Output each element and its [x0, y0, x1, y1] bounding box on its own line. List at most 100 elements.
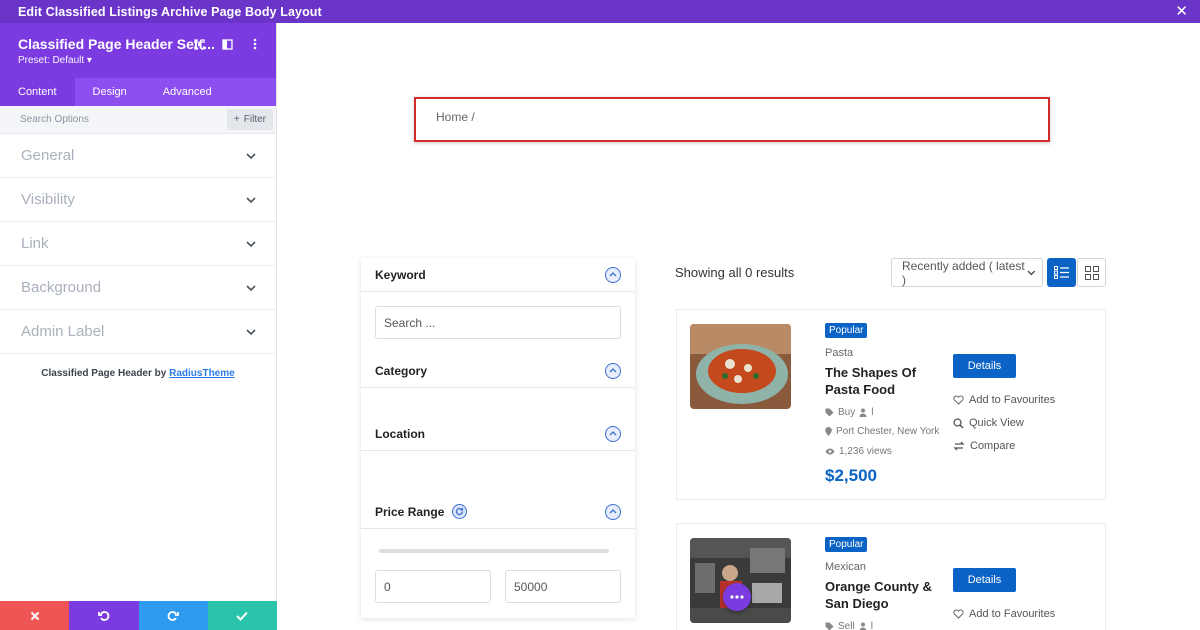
list-view-icon: [1054, 266, 1069, 279]
preset-selector[interactable]: Preset: Default ▾: [18, 55, 258, 66]
filter-keyword-label: Keyword: [375, 267, 426, 282]
chevron-down-icon: [246, 196, 256, 203]
listing-type: Buy: [838, 407, 856, 418]
filter-button-label: Filter: [243, 114, 266, 125]
sort-select-value: Recently added ( latest ): [902, 258, 1025, 287]
expand-icon[interactable]: [192, 37, 206, 51]
search-options-input[interactable]: [20, 114, 200, 125]
filter-price-label-wrap: Price Range: [375, 504, 468, 519]
sort-select[interactable]: Recently added ( latest ): [891, 258, 1043, 287]
filter-location-header[interactable]: Location: [361, 417, 635, 451]
details-button[interactable]: Details: [953, 354, 1016, 378]
builder-options-button[interactable]: [723, 583, 751, 611]
tab-design[interactable]: Design: [75, 78, 145, 106]
eye-icon: [825, 448, 835, 455]
add-to-favourites-label: Add to Favourites: [969, 608, 1056, 620]
filter-price-header[interactable]: Price Range: [361, 495, 635, 529]
section-label: General: [21, 147, 75, 164]
close-icon: [30, 611, 39, 620]
quick-view-label: Quick View: [969, 417, 1024, 429]
refresh-icon[interactable]: [452, 504, 468, 519]
compare-arrows-icon: [953, 441, 965, 451]
listing-title[interactable]: The Shapes Of Pasta Food: [825, 364, 945, 398]
plus-icon: +: [233, 114, 240, 125]
filter-price-label: Price Range: [375, 504, 445, 519]
filter-sidebar: Keyword Category Location Price Range: [361, 258, 635, 618]
listing-location: Port Chester, New York: [836, 426, 940, 437]
undo-button[interactable]: [69, 601, 139, 630]
options-search-row: + Filter: [0, 106, 276, 134]
zoom-icon: [953, 417, 964, 429]
breadcrumb[interactable]: Home /: [414, 97, 1050, 142]
compare-link[interactable]: Compare: [953, 440, 1015, 452]
filter-category-label: Category: [375, 363, 428, 378]
listing-type-row: Buy l: [825, 407, 873, 418]
preset-label: Preset: Default: [18, 55, 85, 66]
section-link[interactable]: Link: [0, 222, 276, 266]
listing-card: Popular Mexican Orange County & San Dieg…: [676, 523, 1106, 630]
section-label: Link: [21, 235, 49, 252]
max-price-input[interactable]: [505, 570, 621, 603]
grid-view-button[interactable]: [1077, 258, 1106, 287]
listing-views: 1,236 views: [839, 446, 892, 457]
price-range-slider[interactable]: [379, 549, 609, 553]
quick-view-link[interactable]: Quick View: [953, 417, 1024, 429]
redo-button[interactable]: [138, 601, 208, 630]
section-admin-label[interactable]: Admin Label: [0, 310, 276, 354]
popular-badge: Popular: [825, 537, 868, 552]
section-background[interactable]: Background: [0, 266, 276, 310]
section-label: Background: [21, 279, 102, 296]
tab-content[interactable]: Content: [0, 78, 75, 106]
filter-keyword-header[interactable]: Keyword: [361, 258, 635, 292]
map-pin-icon: [825, 427, 832, 436]
chevron-down-icon: [246, 240, 256, 247]
popular-badge: Popular: [825, 323, 868, 338]
listing-category[interactable]: Pasta: [825, 347, 853, 359]
min-price-input[interactable]: [375, 570, 491, 603]
listing-views-row: 1,236 views: [825, 446, 892, 457]
list-view-button[interactable]: [1047, 258, 1076, 287]
chevron-up-icon[interactable]: [605, 266, 621, 283]
discard-button[interactable]: [0, 601, 70, 630]
more-options-icon[interactable]: [248, 37, 262, 51]
listing-thumbnail[interactable]: [690, 324, 791, 409]
section-visibility[interactable]: Visibility: [0, 178, 276, 222]
listing-author[interactable]: l: [871, 621, 873, 630]
add-to-favourites-link[interactable]: Add to Favourites: [953, 608, 1055, 620]
keyword-search-input[interactable]: [375, 306, 621, 339]
section-general[interactable]: General: [0, 134, 276, 178]
listing-category[interactable]: Mexican: [825, 561, 866, 573]
filter-button[interactable]: + Filter: [226, 109, 273, 130]
close-icon[interactable]: ✕: [1175, 4, 1188, 19]
sidebar-toggle-icon[interactable]: [220, 37, 234, 51]
listing-card: Popular Pasta The Shapes Of Pasta Food B…: [676, 309, 1106, 500]
panel-tabs: Content Design Advanced: [0, 78, 276, 106]
credit-link[interactable]: RadiusTheme: [169, 368, 235, 379]
chevron-up-icon[interactable]: [605, 362, 621, 379]
listing-type-row: Sell l: [825, 621, 873, 630]
heart-icon: [953, 609, 964, 619]
listing-price: $2,500: [825, 466, 877, 485]
settings-panel: Classified Page Header Sett... Preset: D…: [0, 23, 277, 630]
filter-category-header[interactable]: Category: [361, 354, 635, 388]
listing-type: Sell: [838, 621, 855, 630]
results-count: Showing all 0 results: [675, 265, 795, 280]
listing-author[interactable]: l: [871, 407, 873, 418]
breadcrumb-text: Home /: [436, 110, 475, 124]
add-to-favourites-link[interactable]: Add to Favourites: [953, 394, 1055, 406]
add-to-favourites-label: Add to Favourites: [969, 394, 1056, 406]
chevron-down-icon: [1027, 270, 1036, 275]
listing-title[interactable]: Orange County & San Diego: [825, 578, 945, 612]
tab-advanced[interactable]: Advanced: [145, 78, 230, 106]
details-button[interactable]: Details: [953, 568, 1016, 592]
chevron-up-icon[interactable]: [605, 425, 621, 442]
chevron-down-icon: [246, 328, 256, 335]
grid-view-icon: [1084, 265, 1099, 280]
chevron-up-icon[interactable]: [605, 503, 621, 520]
compare-label: Compare: [970, 440, 1016, 452]
editor-title: Edit Classified Listings Archive Page Bo…: [18, 4, 322, 19]
module-credit: Classified Page Header by RadiusTheme: [0, 368, 276, 379]
section-label: Visibility: [21, 191, 75, 208]
save-button[interactable]: [207, 601, 277, 630]
undo-icon: [97, 610, 110, 621]
